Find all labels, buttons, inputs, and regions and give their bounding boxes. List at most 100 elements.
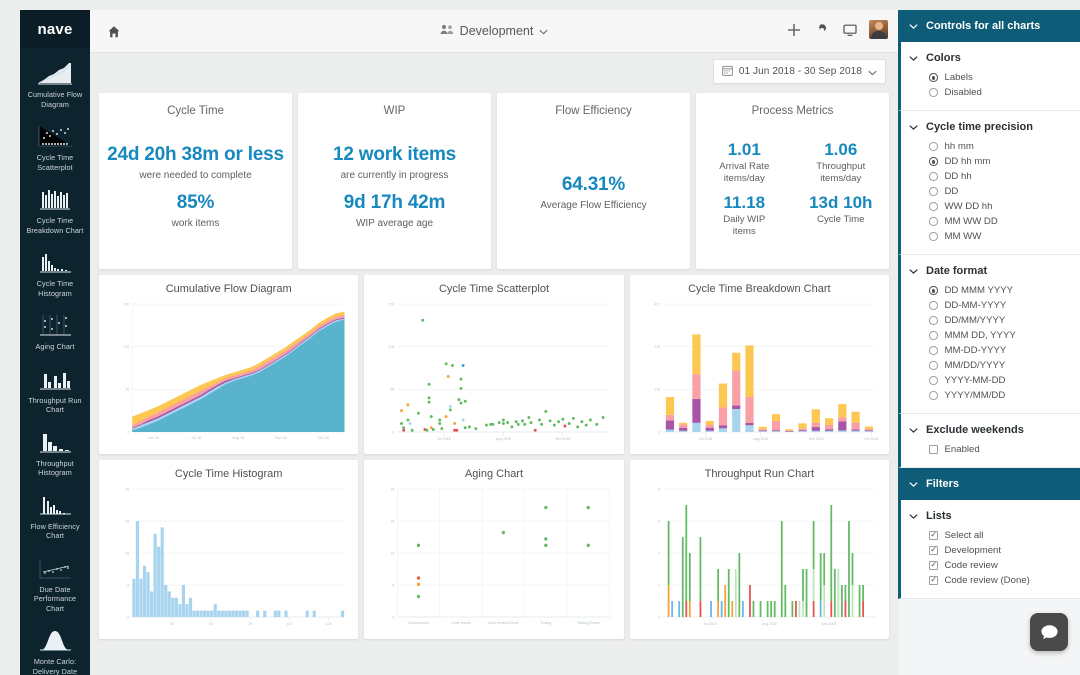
radio-button[interactable] <box>929 142 938 151</box>
svg-text:15: 15 <box>391 519 395 523</box>
sidebar-item-cumulative-flow-diagram[interactable]: Cumulative Flow Diagram <box>20 54 90 117</box>
group-header[interactable]: Exclude weekends <box>901 422 1080 442</box>
option-dd-hh[interactable]: DD hh <box>901 169 1080 184</box>
date-range-picker[interactable]: 01 Jun 2018 - 30 Sep 2018 <box>712 59 886 84</box>
radio-button[interactable] <box>929 187 938 196</box>
sidebar-item-label: Aging Chart <box>35 342 75 351</box>
option-dd-hh-mm[interactable]: DD hh mm <box>901 154 1080 169</box>
plus-icon[interactable] <box>785 21 802 38</box>
option-hh-mm[interactable]: hh mm <box>901 139 1080 154</box>
svg-text:417: 417 <box>654 302 660 306</box>
radio-button[interactable] <box>929 172 938 181</box>
checkbox[interactable] <box>929 560 938 570</box>
option-ww-dd-hh[interactable]: WW DD hh <box>901 199 1080 214</box>
sidebar-item-aging-chart[interactable]: Aging Chart <box>20 306 90 360</box>
option-select-all[interactable]: Select all <box>901 528 1080 543</box>
sidebar-item-monte-carlo-delivery-date[interactable]: Monte Carlo: Delivery Date <box>20 621 90 675</box>
svg-text:0: 0 <box>127 430 129 434</box>
filters-header[interactable]: Filters <box>898 468 1080 500</box>
process-metric-value: 1.01 <box>727 140 761 159</box>
board-selector[interactable]: Development <box>90 22 898 40</box>
controls-header[interactable]: Controls for all charts <box>898 10 1080 42</box>
checkbox[interactable] <box>929 445 938 454</box>
svg-text:50: 50 <box>209 622 213 626</box>
option-mm-ww-dd[interactable]: MM WW DD <box>901 214 1080 229</box>
option-yyyy-mm-dd[interactable]: YYYY-MM-DD <box>901 373 1080 388</box>
group-header[interactable]: Lists <box>901 508 1080 528</box>
option-dd-mm-yyyy[interactable]: DD/MM/YYYY <box>901 313 1080 328</box>
radio-button[interactable] <box>929 361 938 370</box>
monitor-icon[interactable] <box>841 21 858 38</box>
sidebar-item-flow-efficiency-chart[interactable]: Flow Efficiency Chart <box>20 486 90 549</box>
svg-text:75: 75 <box>248 622 252 626</box>
gear-icon[interactable] <box>813 21 830 38</box>
chevron-down-icon <box>909 426 918 435</box>
option-label: WW DD hh <box>944 201 993 212</box>
bar-chart-icon <box>35 186 75 212</box>
top-bar: Development <box>90 10 898 53</box>
option-dd-mmm-yyyy[interactable]: DD MMM YYYY <box>901 283 1080 298</box>
option-mmm-dd-yyyy[interactable]: MMM DD, YYYY <box>901 328 1080 343</box>
sidebar-item-label: Cycle Time Scatterplot <box>36 153 74 172</box>
checkbox[interactable] <box>929 530 938 540</box>
sidebar-item-throughput-run-chart[interactable]: Throughput Run Chart <box>20 360 90 423</box>
sidebar-item-throughput-histogram[interactable]: Throughput Histogram <box>20 423 90 486</box>
radio-button[interactable] <box>929 217 938 226</box>
svg-text:100: 100 <box>124 345 130 349</box>
radio-button[interactable] <box>929 232 938 241</box>
sidebar-item-cycle-time-scatterplot[interactable]: Cycle Time Scatterplot <box>20 117 90 180</box>
chevron-down-icon <box>909 512 918 521</box>
kpi-primary-label: were needed to complete <box>139 170 252 181</box>
option-dd[interactable]: DD <box>901 184 1080 199</box>
option-mm-dd-yyyy[interactable]: MM-DD-YYYY <box>901 343 1080 358</box>
process-metrics-grid: 1.01 Arrival Rate items/day 1.06 Throughput i… <box>696 139 889 238</box>
option-disabled[interactable]: Disabled <box>901 85 1080 100</box>
group-header[interactable]: Colors <box>901 50 1080 70</box>
group-title: Cycle time precision <box>926 121 1033 133</box>
option-code-review[interactable]: Code review <box>901 558 1080 573</box>
user-avatar[interactable] <box>869 20 888 39</box>
filters-header-label: Filters <box>926 478 960 490</box>
radio-button[interactable] <box>929 157 938 166</box>
svg-text:Sep 2018: Sep 2018 <box>821 622 836 626</box>
option-label: Labels <box>944 72 973 83</box>
radio-button[interactable] <box>929 346 938 355</box>
radio-button[interactable] <box>929 316 938 325</box>
sidebar-item-label: Cycle Time Histogram <box>36 279 74 298</box>
radio-button[interactable] <box>929 331 938 340</box>
chart-card-aging-chart: Aging Chart 0 5 10 15 20 Development Code revi… <box>364 460 624 639</box>
control-group-exclude-weekends: Exclude weekends Enabled <box>898 414 1080 468</box>
option-dd-mm-yyyy[interactable]: DD-MM-YYYY <box>901 298 1080 313</box>
kpi-primary-value: 64.31% <box>561 174 626 195</box>
radio-button[interactable] <box>929 376 938 385</box>
option-mm-ww[interactable]: MM WW <box>901 229 1080 244</box>
option-label: MMM DD, YYYY <box>944 330 1016 341</box>
svg-text:5: 5 <box>127 583 129 587</box>
checkbox[interactable] <box>929 545 938 555</box>
option-yyyy-mm-dd[interactable]: YYYY/MM/DD <box>901 388 1080 403</box>
radio-button[interactable] <box>929 301 938 310</box>
sidebar-item-due-date-performance-chart[interactable]: Due Date Performance Chart <box>20 549 90 622</box>
option-enabled[interactable]: Enabled <box>901 442 1080 457</box>
aging-chart-icon <box>35 312 75 338</box>
radio-button[interactable] <box>929 202 938 211</box>
group-header[interactable]: Date format <box>901 263 1080 283</box>
brand-logo[interactable]: nave <box>20 10 90 48</box>
chat-bubble-icon[interactable] <box>1030 613 1068 651</box>
option-labels[interactable]: Labels <box>901 70 1080 85</box>
option-label: Select all <box>944 530 984 541</box>
radio-button[interactable] <box>929 391 938 400</box>
radio-button[interactable] <box>929 88 938 97</box>
kpi-row: Cycle Time 24d 20h 38m or less were need… <box>90 93 898 269</box>
kpi-title: Cycle Time <box>167 105 224 117</box>
option-code-review-done[interactable]: Code review (Done) <box>901 573 1080 588</box>
radio-button[interactable] <box>929 286 938 295</box>
option-mm-dd-yyyy[interactable]: MM/DD/YYYY <box>901 358 1080 373</box>
group-header[interactable]: Cycle time precision <box>901 119 1080 139</box>
sidebar-item-cycle-time-histogram[interactable]: Cycle Time Histogram <box>20 243 90 306</box>
svg-text:Aug 2018: Aug 2018 <box>753 437 768 441</box>
radio-button[interactable] <box>929 73 938 82</box>
checkbox[interactable] <box>929 575 938 585</box>
sidebar-item-cycle-time-breakdown-chart[interactable]: Cycle Time Breakdown Chart <box>20 180 90 243</box>
option-development[interactable]: Development <box>901 543 1080 558</box>
